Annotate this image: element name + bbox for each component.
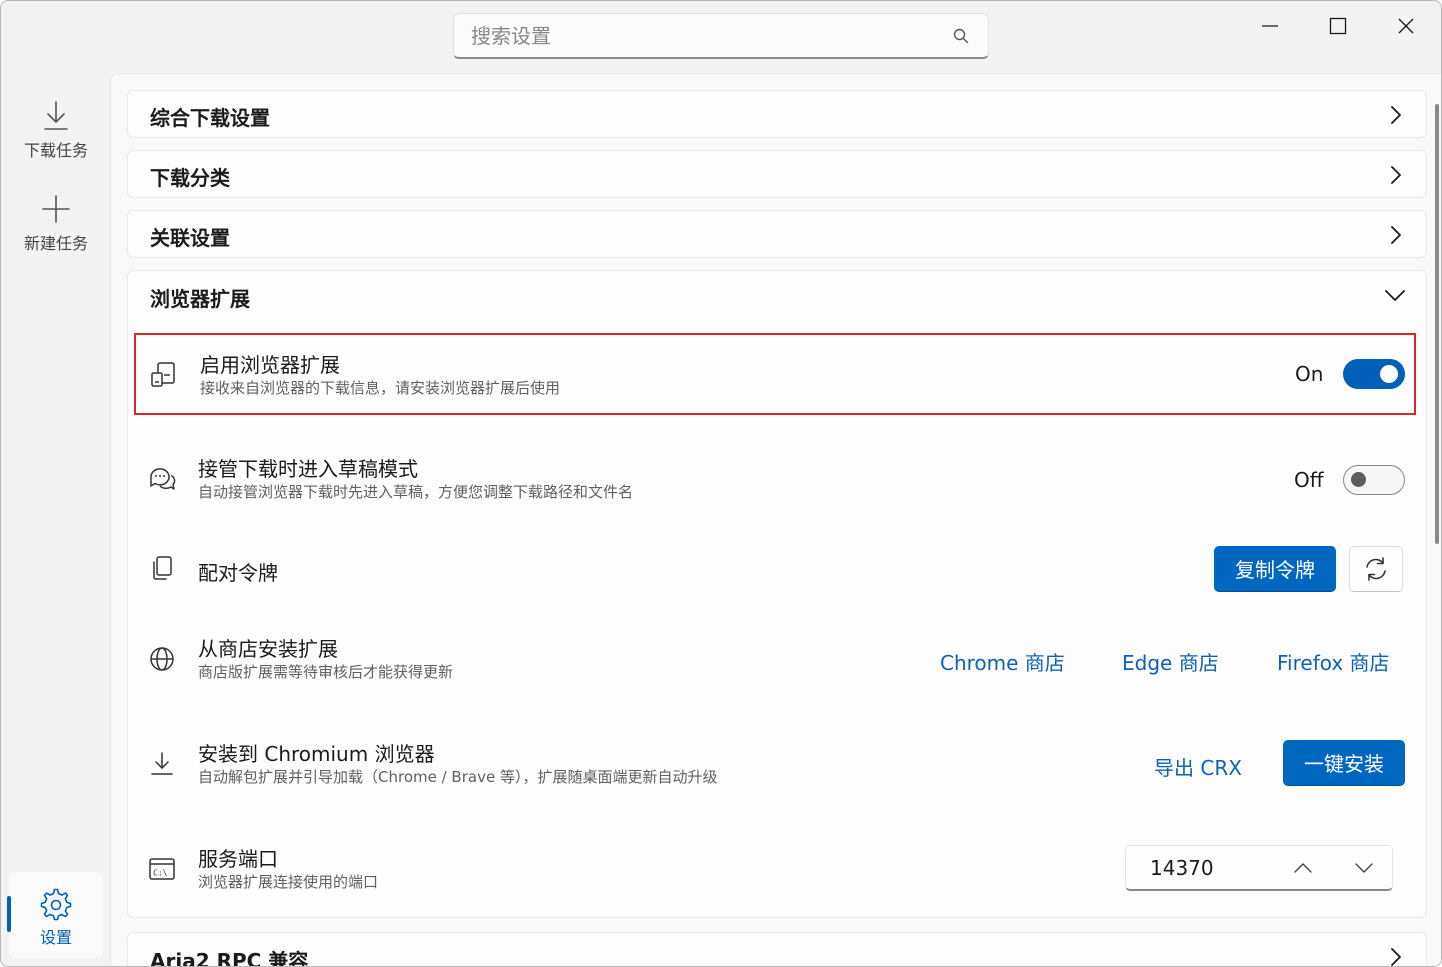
setting-pair-token: 配对令牌 复制令牌 — [134, 529, 1416, 609]
section-category[interactable]: 下载分类 — [127, 150, 1427, 198]
chevron-right-icon — [1391, 226, 1401, 244]
settings-content: 综合下载设置 下载分类 关联设置 浏览器扩展 启用浏览器扩展 接收来自浏览器的下… — [110, 73, 1441, 967]
maximize-button[interactable] — [1314, 9, 1362, 43]
copy-icon — [153, 556, 172, 580]
section-browser-ext: 浏览器扩展 启用浏览器扩展 接收来自浏览器的下载信息，请安装浏览器扩展后使用 O… — [127, 270, 1427, 918]
setting-store-install: 从商店安装扩展 商店版扩展需等待审核后才能获得更新 Chrome 商店 Edge… — [134, 619, 1416, 699]
gear-icon — [40, 888, 72, 921]
refresh-token-button[interactable] — [1349, 546, 1403, 592]
nav-new-task[interactable]: 新建任务 — [9, 184, 103, 270]
chevron-down-icon — [1355, 863, 1373, 873]
maximize-icon — [1329, 17, 1347, 35]
port-decrement-button[interactable] — [1352, 857, 1376, 879]
section-aria2[interactable]: Aria2 RPC 兼容 — [127, 932, 1427, 967]
scrollbar[interactable] — [1435, 104, 1439, 544]
service-port-input[interactable] — [1126, 846, 1276, 890]
nav-active-indicator — [7, 896, 11, 932]
draft-mode-state: Off — [1294, 468, 1324, 492]
one-click-install-button[interactable]: 一键安装 — [1283, 740, 1405, 786]
draft-mode-title: 接管下载时进入草稿模式 — [198, 457, 418, 481]
svg-text:C:\: C:\ — [153, 869, 168, 878]
store-install-title: 从商店安装扩展 — [198, 637, 338, 661]
chromium-install-title: 安装到 Chromium 浏览器 — [198, 742, 435, 766]
chevron-right-icon — [1391, 948, 1401, 966]
chevron-down-icon[interactable] — [1384, 285, 1406, 305]
service-port-title: 服务端口 — [198, 847, 278, 871]
chevron-right-icon — [1391, 166, 1401, 184]
section-browser-ext-title: 浏览器扩展 — [150, 287, 250, 311]
enable-extension-state: On — [1295, 362, 1324, 386]
chevron-right-icon — [1391, 106, 1401, 124]
toggle-knob — [1351, 472, 1366, 487]
close-button[interactable] — [1382, 9, 1430, 43]
minimize-icon — [1262, 25, 1278, 27]
port-increment-button[interactable] — [1291, 857, 1315, 879]
pair-token-title: 配对令牌 — [198, 561, 278, 585]
nav-downloads-label: 下载任务 — [23, 141, 88, 160]
enable-extension-title: 启用浏览器扩展 — [200, 353, 340, 377]
console-icon: C:\ — [149, 858, 175, 880]
nav-downloads[interactable]: 下载任务 — [9, 91, 103, 177]
refresh-icon — [1366, 557, 1386, 581]
draft-mode-desc: 自动接管浏览器下载时先进入草稿，方便您调整下载路径和文件名 — [198, 483, 634, 501]
chat-icon — [150, 468, 176, 490]
enable-extension-toggle[interactable] — [1343, 359, 1405, 389]
globe-icon — [150, 647, 174, 671]
minimize-button[interactable] — [1246, 9, 1294, 43]
section-general[interactable]: 综合下载设置 — [127, 90, 1427, 138]
search-box[interactable] — [453, 13, 989, 59]
chromium-install-desc: 自动解包扩展并引导加载（Chrome / Brave 等），扩展随桌面端更新自动… — [198, 768, 718, 786]
export-crx-link[interactable]: 导出 CRX — [1154, 752, 1242, 781]
nav-new-task-label: 新建任务 — [23, 234, 88, 253]
enable-extension-desc: 接收来自浏览器的下载信息，请安装浏览器扩展后使用 — [200, 379, 561, 397]
close-icon — [1398, 18, 1414, 34]
section-aria2-title: Aria2 RPC 兼容 — [150, 949, 309, 967]
copy-token-button[interactable]: 复制令牌 — [1214, 546, 1336, 592]
device-link-icon — [151, 362, 175, 387]
search-input[interactable] — [454, 14, 934, 58]
draft-mode-toggle[interactable] — [1343, 465, 1405, 495]
section-general-title: 综合下载设置 — [150, 106, 270, 130]
firefox-store-link[interactable]: Firefox 商店 — [1277, 647, 1390, 676]
plus-icon — [42, 195, 70, 223]
setting-draft-mode: 接管下载时进入草稿模式 自动接管浏览器下载时先进入草稿，方便您调整下载路径和文件… — [134, 439, 1416, 519]
toggle-knob — [1380, 365, 1398, 383]
section-association[interactable]: 关联设置 — [127, 210, 1427, 258]
nav-settings-label: 设置 — [39, 928, 72, 947]
service-port-desc: 浏览器扩展连接使用的端口 — [198, 873, 379, 891]
chrome-store-link[interactable]: Chrome 商店 — [940, 647, 1065, 676]
section-category-title: 下载分类 — [150, 166, 230, 190]
app-window: 下载任务 新建任务 设置 综合下载设置 下载分类 关联设置 — [0, 0, 1442, 967]
download-icon — [151, 752, 173, 775]
store-install-desc: 商店版扩展需等待审核后才能获得更新 — [198, 663, 454, 681]
edge-store-link[interactable]: Edge 商店 — [1122, 647, 1219, 676]
setting-enable-extension: 启用浏览器扩展 接收来自浏览器的下载信息，请安装浏览器扩展后使用 On — [134, 333, 1416, 415]
setting-chromium-install: 安装到 Chromium 浏览器 自动解包扩展并引导加载（Chrome / Br… — [134, 724, 1416, 804]
section-association-title: 关联设置 — [150, 226, 230, 250]
download-icon — [44, 101, 68, 130]
service-port-input-box — [1125, 845, 1393, 891]
chevron-up-icon — [1294, 863, 1312, 873]
setting-service-port: C:\ 服务端口 浏览器扩展连接使用的端口 — [134, 829, 1416, 909]
nav-settings[interactable]: 设置 — [9, 872, 103, 958]
search-icon[interactable] — [952, 27, 970, 45]
